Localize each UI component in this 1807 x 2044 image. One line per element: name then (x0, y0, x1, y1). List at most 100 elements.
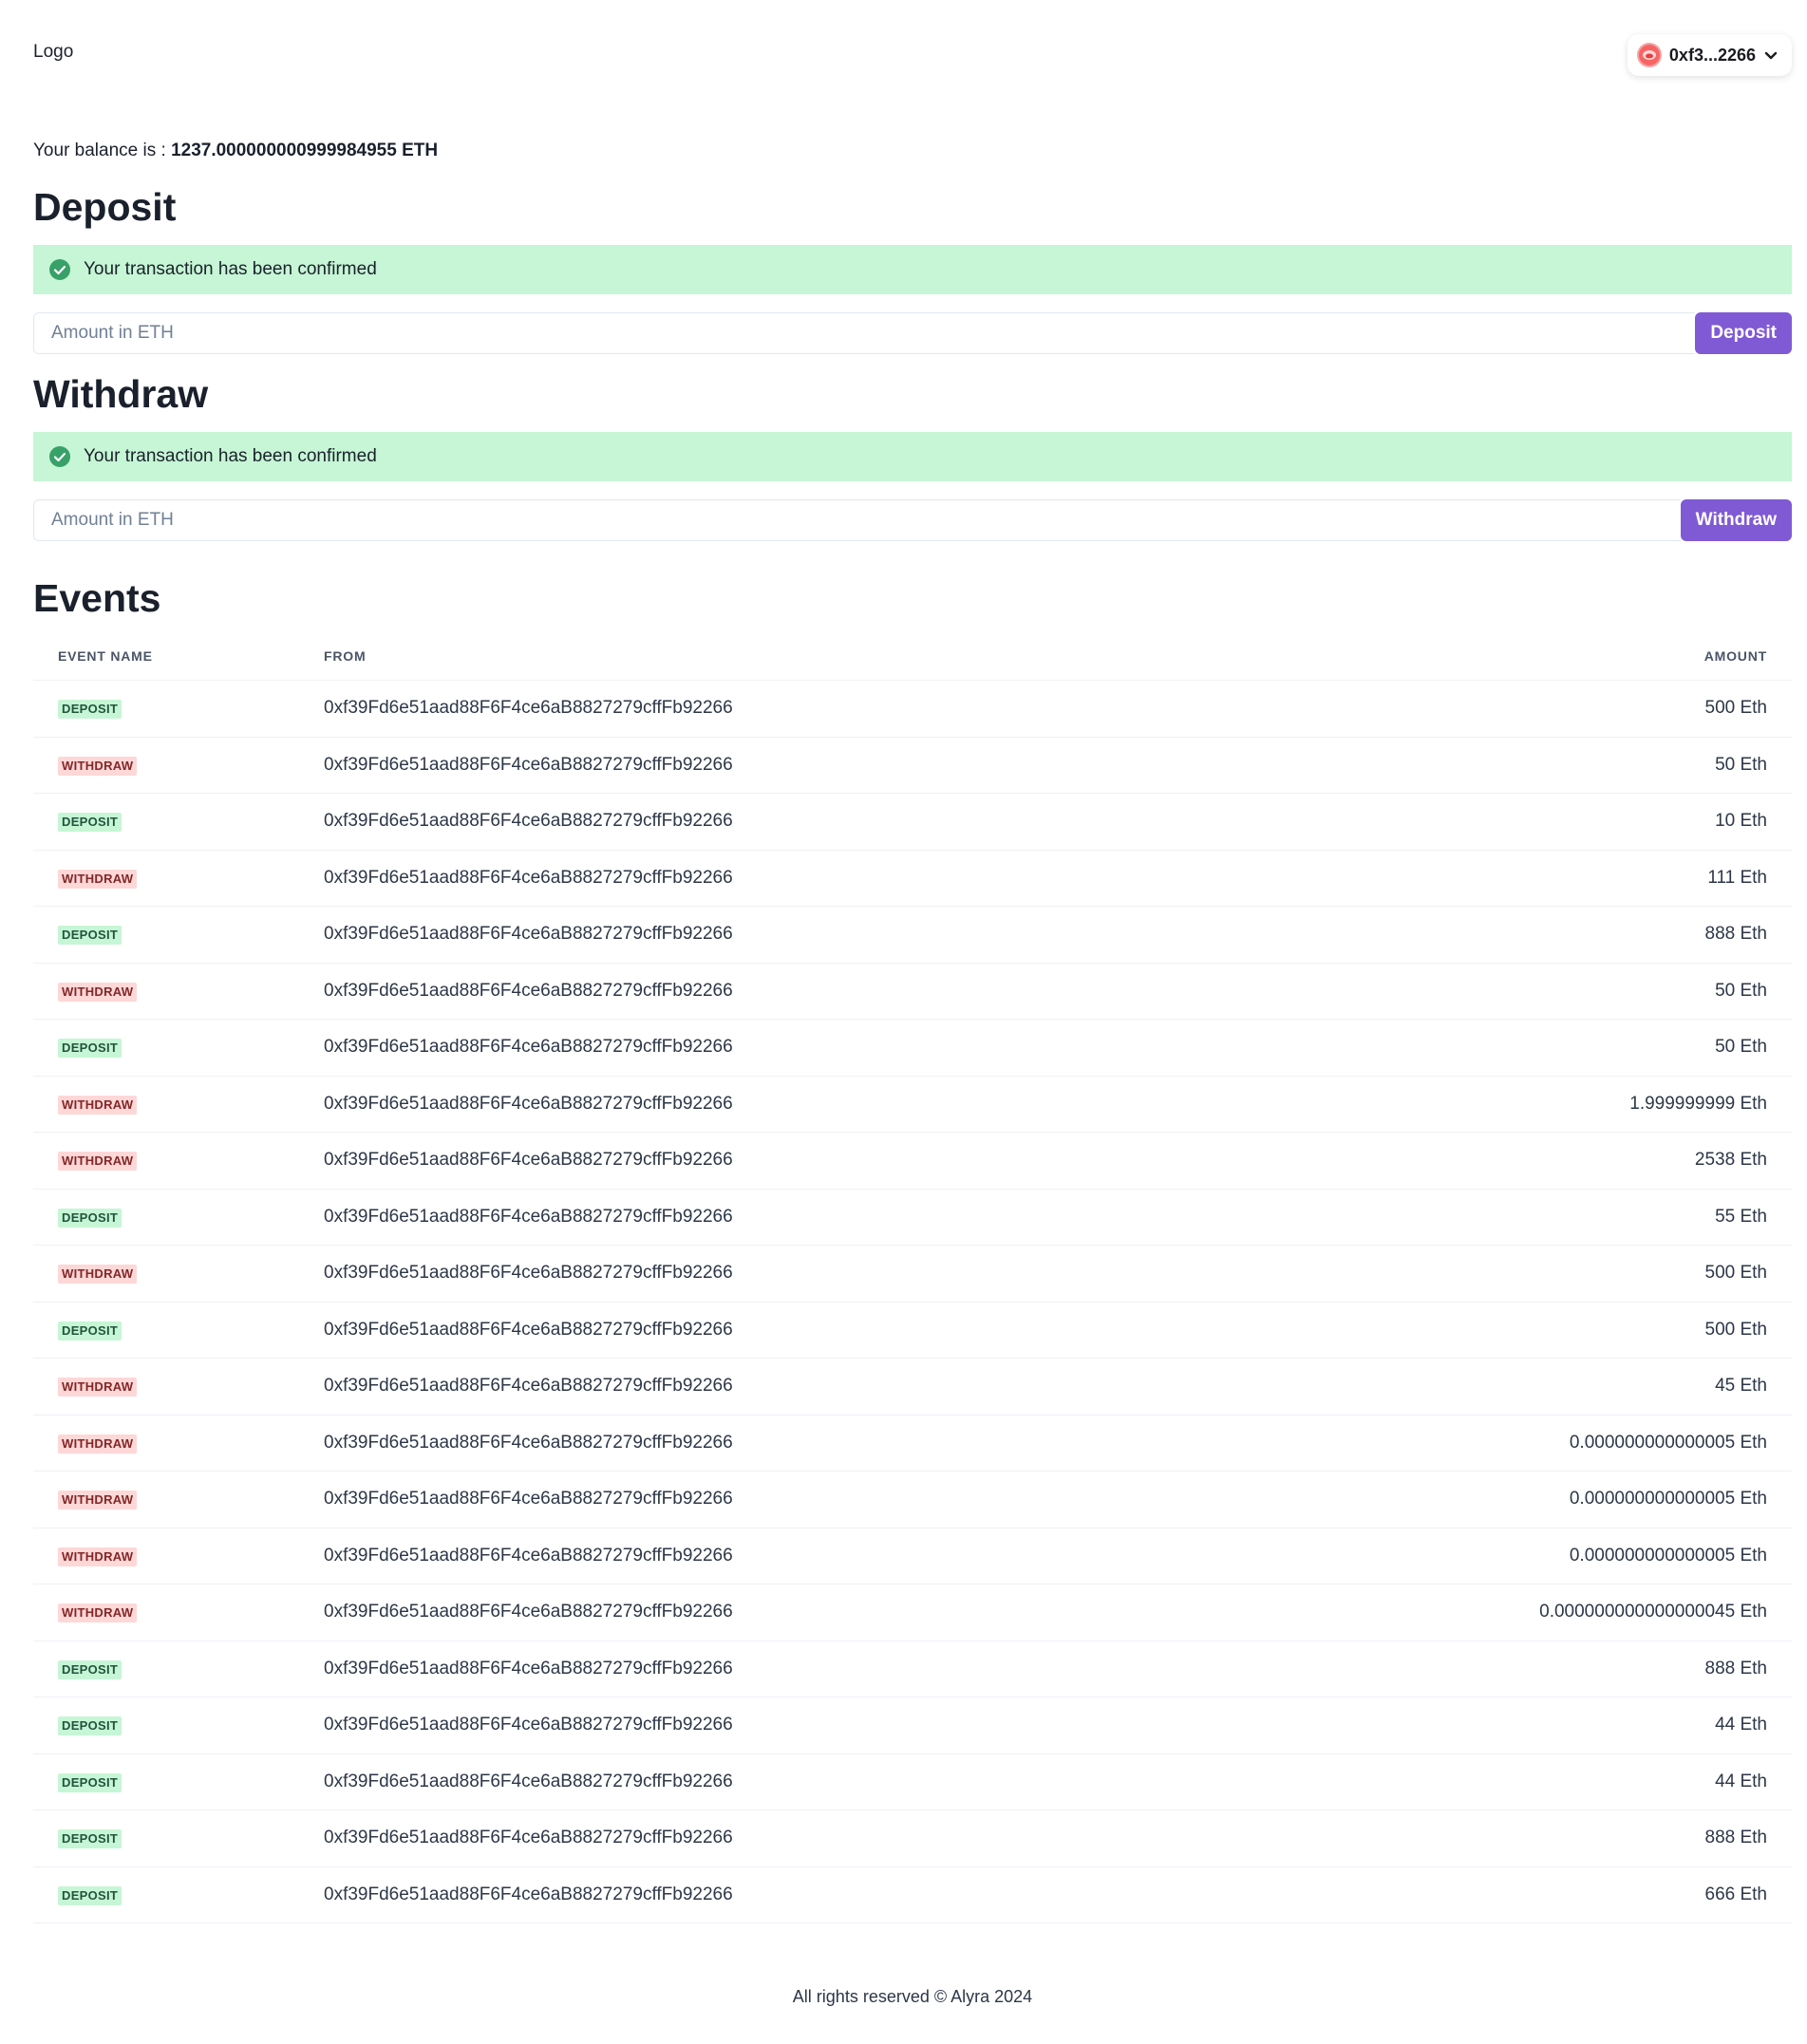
event-name-cell: DEPOSIT (33, 1866, 299, 1923)
event-name-cell: WITHDRAW (33, 1358, 299, 1416)
balance-value: 1237.000000000999984955 ETH (171, 141, 439, 160)
event-from-cell: 0xf39Fd6e51aad88F6F4ce6aB8827279cffFb922… (299, 1753, 1230, 1810)
table-row: WITHDRAW 0xf39Fd6e51aad88F6F4ce6aB8827279… (33, 850, 1792, 907)
event-type-badge: WITHDRAW (58, 1152, 138, 1172)
events-table: EVENT NAME FROM AMOUNT DEPOSIT 0xf39Fd6e5… (33, 632, 1792, 1923)
table-row: WITHDRAW 0xf39Fd6e51aad88F6F4ce6aB8827279… (33, 1076, 1792, 1133)
event-name-cell: WITHDRAW (33, 1471, 299, 1528)
event-amount-cell: 500 Eth (1229, 1302, 1792, 1359)
event-from-cell: 0xf39Fd6e51aad88F6F4ce6aB8827279cffFb922… (299, 680, 1230, 738)
header: Logo 0xf3...2266 (33, 0, 1792, 114)
event-name-cell: WITHDRAW (33, 1245, 299, 1303)
withdraw-heading: Withdraw (33, 372, 209, 416)
event-amount-cell: 2538 Eth (1229, 1132, 1792, 1190)
withdraw-amount-input[interactable] (33, 499, 1681, 541)
event-amount-cell: 111 Eth (1229, 850, 1792, 907)
event-name-cell: WITHDRAW (33, 737, 299, 794)
event-name-cell: WITHDRAW (33, 1076, 299, 1133)
table-row: DEPOSIT 0xf39Fd6e51aad88F6F4ce6aB8827279c… (33, 1302, 1792, 1359)
table-row: WITHDRAW 0xf39Fd6e51aad88F6F4ce6aB8827279… (33, 963, 1792, 1020)
event-from-cell: 0xf39Fd6e51aad88F6F4ce6aB8827279cffFb922… (299, 1866, 1230, 1923)
events-heading: Events (33, 576, 161, 620)
deposit-heading: Deposit (33, 185, 177, 229)
event-from-cell: 0xf39Fd6e51aad88F6F4ce6aB8827279cffFb922… (299, 1076, 1230, 1133)
event-type-badge: WITHDRAW (58, 869, 138, 889)
balance-label: Your balance is : (33, 141, 172, 160)
table-header-row: EVENT NAME FROM AMOUNT (33, 632, 1792, 681)
event-type-badge: WITHDRAW (58, 1095, 138, 1115)
deposit-form: Deposit (33, 312, 1792, 354)
column-header-amount: AMOUNT (1229, 632, 1792, 681)
event-amount-cell: 888 Eth (1229, 906, 1792, 964)
table-row: WITHDRAW 0xf39Fd6e51aad88F6F4ce6aB8827279… (33, 1584, 1792, 1641)
event-amount-cell: 45 Eth (1229, 1358, 1792, 1416)
event-amount-cell: 500 Eth (1229, 1245, 1792, 1303)
event-name-cell: WITHDRAW (33, 1132, 299, 1190)
deposit-button[interactable]: Deposit (1695, 312, 1792, 354)
table-row: WITHDRAW 0xf39Fd6e51aad88F6F4ce6aB8827279… (33, 1132, 1792, 1190)
withdraw-button[interactable]: Withdraw (1680, 499, 1792, 541)
event-type-badge: WITHDRAW (58, 1378, 138, 1397)
event-type-badge: DEPOSIT (58, 813, 122, 833)
event-name-cell: DEPOSIT (33, 1697, 299, 1754)
event-name-cell: WITHDRAW (33, 1528, 299, 1585)
event-amount-cell: 0.000000000000005 Eth (1229, 1471, 1792, 1528)
event-amount-cell: 0.000000000000000045 Eth (1229, 1584, 1792, 1641)
balance-text: Your balance is : 1237.00000000099998495… (33, 141, 438, 161)
event-type-badge: DEPOSIT (58, 1321, 122, 1341)
column-header-from: FROM (299, 632, 1230, 681)
event-type-badge: DEPOSIT (58, 1660, 122, 1679)
event-from-cell: 0xf39Fd6e51aad88F6F4ce6aB8827279cffFb922… (299, 1019, 1230, 1077)
table-row: WITHDRAW 0xf39Fd6e51aad88F6F4ce6aB8827279… (33, 1471, 1792, 1528)
withdraw-success-alert: Your transaction has been confirmed (33, 432, 1792, 481)
table-row: DEPOSIT 0xf39Fd6e51aad88F6F4ce6aB8827279c… (33, 1019, 1792, 1077)
event-from-cell: 0xf39Fd6e51aad88F6F4ce6aB8827279cffFb922… (299, 1358, 1230, 1416)
table-row: DEPOSIT 0xf39Fd6e51aad88F6F4ce6aB8827279c… (33, 793, 1792, 851)
event-from-cell: 0xf39Fd6e51aad88F6F4ce6aB8827279cffFb922… (299, 1697, 1230, 1754)
event-from-cell: 0xf39Fd6e51aad88F6F4ce6aB8827279cffFb922… (299, 963, 1230, 1020)
event-type-badge: WITHDRAW (58, 982, 138, 1002)
event-from-cell: 0xf39Fd6e51aad88F6F4ce6aB8827279cffFb922… (299, 906, 1230, 964)
event-type-badge: WITHDRAW (58, 1491, 138, 1510)
event-name-cell: WITHDRAW (33, 850, 299, 907)
event-from-cell: 0xf39Fd6e51aad88F6F4ce6aB8827279cffFb922… (299, 1528, 1230, 1585)
table-row: WITHDRAW 0xf39Fd6e51aad88F6F4ce6aB8827279… (33, 1358, 1792, 1416)
event-amount-cell: 0.000000000000005 Eth (1229, 1528, 1792, 1585)
deposit-amount-input[interactable] (33, 312, 1696, 354)
logo: Logo (33, 42, 74, 62)
app-page: Logo 0xf3...2266 Your balance is : 1237.… (33, 0, 1792, 2006)
table-row: DEPOSIT 0xf39Fd6e51aad88F6F4ce6aB8827279c… (33, 1189, 1792, 1246)
event-amount-cell: 44 Eth (1229, 1753, 1792, 1810)
event-type-badge: DEPOSIT (58, 1829, 122, 1849)
event-type-badge: DEPOSIT (58, 1039, 122, 1059)
avatar-icon (1636, 43, 1662, 67)
event-from-cell: 0xf39Fd6e51aad88F6F4ce6aB8827279cffFb922… (299, 1132, 1230, 1190)
table-row: DEPOSIT 0xf39Fd6e51aad88F6F4ce6aB8827279c… (33, 1697, 1792, 1754)
event-type-badge: WITHDRAW (58, 1603, 138, 1623)
event-name-cell: DEPOSIT (33, 793, 299, 851)
event-amount-cell: 50 Eth (1229, 963, 1792, 1020)
event-amount-cell: 55 Eth (1229, 1189, 1792, 1246)
check-circle-icon (49, 259, 70, 280)
event-name-cell: WITHDRAW (33, 1415, 299, 1472)
events-table-body: DEPOSIT 0xf39Fd6e51aad88F6F4ce6aB8827279c… (33, 680, 1792, 1923)
event-name-cell: WITHDRAW (33, 963, 299, 1020)
event-name-cell: DEPOSIT (33, 1753, 299, 1810)
account-button[interactable]: 0xf3...2266 (1627, 34, 1792, 76)
event-from-cell: 0xf39Fd6e51aad88F6F4ce6aB8827279cffFb922… (299, 1810, 1230, 1867)
event-type-badge: DEPOSIT (58, 1208, 122, 1228)
event-name-cell: DEPOSIT (33, 680, 299, 738)
table-row: DEPOSIT 0xf39Fd6e51aad88F6F4ce6aB8827279c… (33, 680, 1792, 738)
event-from-cell: 0xf39Fd6e51aad88F6F4ce6aB8827279cffFb922… (299, 1641, 1230, 1697)
withdraw-form: Withdraw (33, 499, 1792, 541)
event-from-cell: 0xf39Fd6e51aad88F6F4ce6aB8827279cffFb922… (299, 1189, 1230, 1246)
chevron-down-icon (1763, 47, 1779, 63)
event-type-badge: WITHDRAW (58, 1434, 138, 1453)
table-row: DEPOSIT 0xf39Fd6e51aad88F6F4ce6aB8827279c… (33, 1753, 1792, 1810)
event-type-badge: DEPOSIT (58, 1772, 122, 1792)
event-type-badge: DEPOSIT (58, 1716, 122, 1736)
table-row: WITHDRAW 0xf39Fd6e51aad88F6F4ce6aB8827279… (33, 737, 1792, 794)
table-row: WITHDRAW 0xf39Fd6e51aad88F6F4ce6aB8827279… (33, 1245, 1792, 1303)
table-row: DEPOSIT 0xf39Fd6e51aad88F6F4ce6aB8827279c… (33, 906, 1792, 964)
table-row: WITHDRAW 0xf39Fd6e51aad88F6F4ce6aB8827279… (33, 1415, 1792, 1472)
